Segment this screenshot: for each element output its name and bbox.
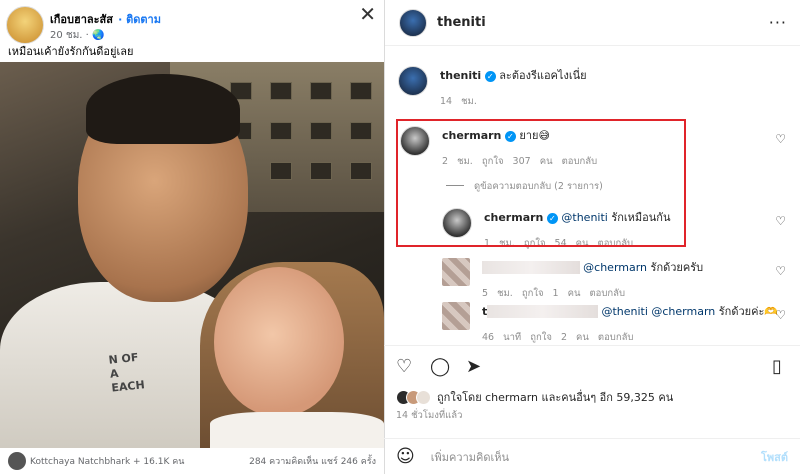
comment-time: 5 ชม. — [482, 288, 513, 299]
caption-user[interactable]: theniti — [440, 69, 481, 82]
follow-link[interactable]: · ติดตาม — [118, 13, 161, 26]
ig-header: theniti ··· — [385, 0, 800, 46]
post-stats[interactable]: 284 ความคิดเห็น แชร์ 246 ครั้ง — [249, 454, 376, 468]
comment-likes[interactable]: ถูกใจ 1 คน — [522, 288, 581, 299]
shirt-print: N OF A EACH — [107, 350, 146, 395]
likes-summary: ถูกใจโดย chermarn และคนอื่นๆ อีก 59,325 … — [396, 388, 673, 406]
like-comment-icon[interactable]: ♡ — [775, 264, 786, 278]
like-comment-icon[interactable]: ♡ — [775, 308, 786, 322]
reply-button[interactable]: ตอบกลับ — [590, 288, 626, 299]
more-options-icon[interactable]: ··· — [769, 13, 787, 32]
reply-button[interactable]: ตอบกลับ — [598, 332, 634, 343]
mention-link[interactable]: @chermarn — [583, 261, 647, 274]
post-photo[interactable]: N OF A EACH — [0, 62, 384, 448]
caption-comment: theniti ✓ ละต้องรีแอคไงเนี่ย 14 ชม. — [398, 66, 587, 109]
blurred-username: xxxxxxxxxxxxxxx — [482, 261, 580, 274]
post-actions: ♡ ◯ ➤ ▯ — [384, 345, 800, 385]
like-comment-icon[interactable]: ♡ — [775, 214, 786, 228]
like-heart-icon[interactable]: ♡ — [396, 356, 412, 377]
blurred-avatar[interactable] — [442, 302, 470, 330]
owner-username[interactable]: theniti — [437, 15, 486, 30]
comment-input[interactable]: เพิ่มความคิดเห็น — [431, 448, 509, 466]
post-header: เกือบฮาละสัส · ติดตาม 20 ชม. · 🌏 — [6, 6, 161, 44]
owner-avatar-small[interactable] — [398, 66, 428, 96]
mention-link[interactable]: @theniti @chermarn — [601, 305, 715, 318]
caption-time: 14 ชม. — [440, 96, 477, 107]
page-avatar[interactable] — [6, 6, 44, 44]
like-comment-icon[interactable]: ♡ — [775, 132, 786, 146]
bookmark-icon[interactable]: ▯ — [772, 356, 782, 377]
post-time: 20 ชม. · 🌏 — [50, 29, 105, 41]
highlight-box — [396, 119, 686, 247]
liker-avatar — [416, 389, 431, 405]
add-comment-bar: ☺ เพิ่มความคิดเห็น โพสต์ — [384, 438, 800, 474]
comment-bubble-icon[interactable]: ◯ — [430, 356, 450, 377]
close-icon[interactable]: ✕ — [359, 2, 376, 26]
comment-likes[interactable]: ถูกใจ 2 คน — [530, 332, 589, 343]
post-button[interactable]: โพสต์ — [761, 448, 788, 466]
woman-shirt — [210, 412, 384, 448]
post-age: 14 ชั่วโมงที่แล้ว — [396, 410, 463, 421]
blurred-username: xxxxxxxxxxxxxxxxx — [487, 305, 598, 318]
comment-text: รักด้วยค่ะ🫶 — [718, 305, 779, 318]
blurred-avatar[interactable] — [442, 258, 470, 286]
verified-icon: ✓ — [484, 70, 496, 82]
emoji-icon[interactable]: ☺ — [396, 446, 415, 467]
man-hair — [86, 74, 240, 144]
post-caption: เหมือนเค้ายังรักกันดีอยู่เลย — [8, 45, 134, 58]
commenter-avatar — [8, 452, 26, 470]
comment-item: txxxxxxxxxxxxxxxxx @theniti @chermarn รั… — [442, 302, 778, 345]
liked-by-text[interactable]: ถูกใจโดย chermarn และคนอื่นๆ อีก 59,325 … — [437, 388, 673, 406]
page-name[interactable]: เกือบฮาละสัส — [50, 13, 113, 26]
comment-time: 46 นาที — [482, 332, 522, 343]
woman-face — [214, 267, 344, 417]
owner-avatar[interactable] — [399, 8, 427, 37]
facebook-post: เกือบฮาละสัส · ติดตาม 20 ชม. · 🌏 ✕ เหมือ… — [0, 0, 384, 474]
comment-item: xxxxxxxxxxxxxxx @chermarn รักด้วยครับ 5 … — [442, 258, 703, 301]
reaction-summary[interactable]: Kottchaya Natchbhark + 16.1K คน — [30, 454, 184, 468]
share-send-icon[interactable]: ➤ — [466, 356, 481, 377]
caption-text: ละต้องรีแอคไงเนี่ย — [499, 69, 587, 82]
post-footer: Kottchaya Natchbhark + 16.1K คน 284 ความ… — [0, 448, 384, 474]
comment-text: รักด้วยครับ — [650, 261, 704, 274]
